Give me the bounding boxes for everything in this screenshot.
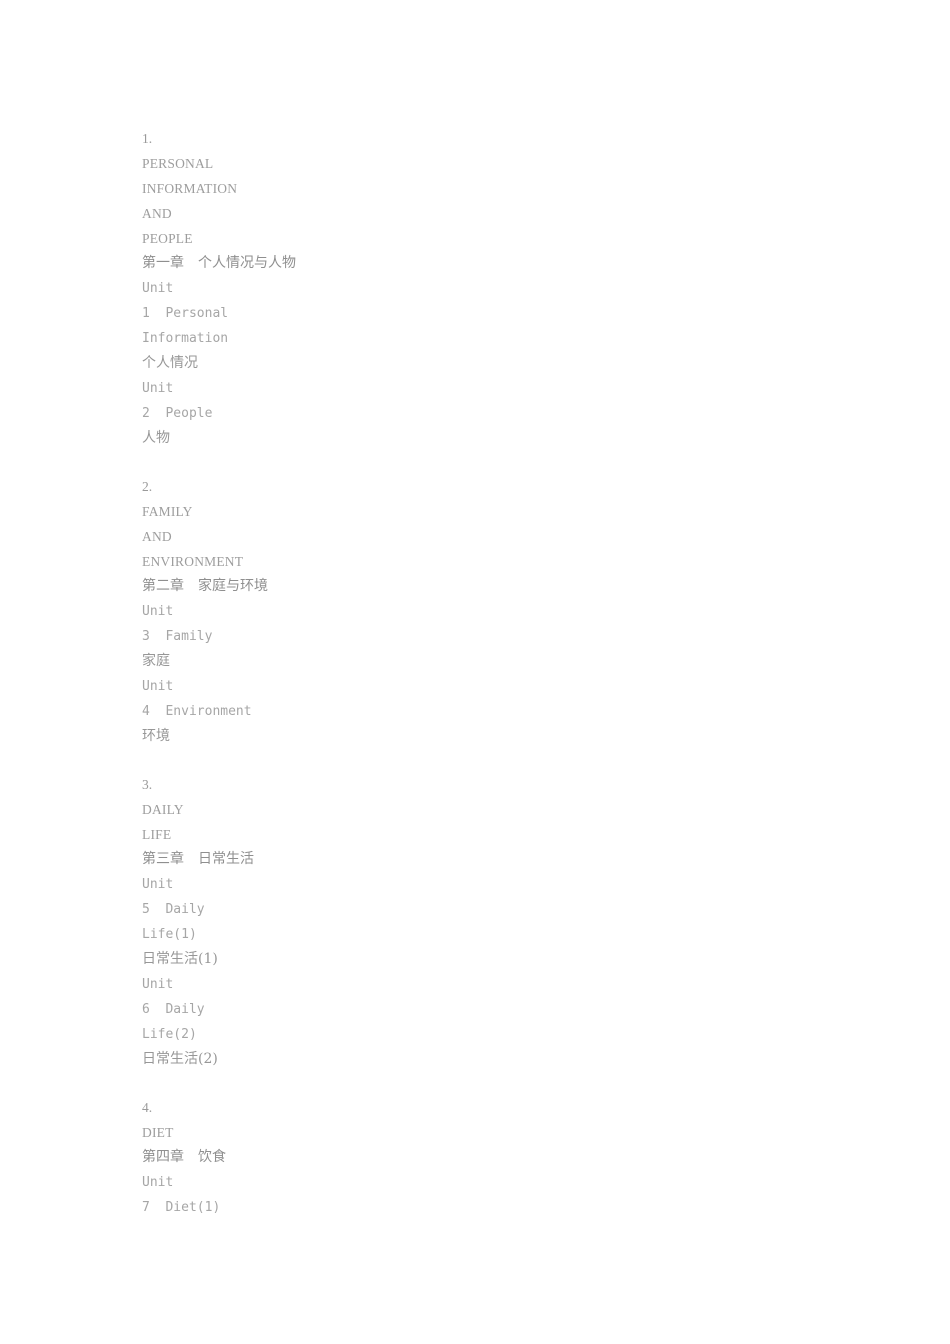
unit-label-cn: 环境: [142, 728, 170, 744]
unit-label-line: 6 Daily: [142, 1002, 205, 1017]
unit-label-line: 2 People: [142, 406, 213, 421]
chapter-title-en: PERSONAL: [142, 156, 214, 171]
chapter-title-en: DAILY: [142, 802, 184, 817]
unit-label-cn: 日常生活(2): [142, 1051, 218, 1067]
unit-label-line: Unit: [142, 679, 174, 694]
unit-label-line: Life(1): [142, 927, 197, 942]
chapter-block: 3. DAILY LIFE 第三章 日常生活 Unit 5 Daily Life(1) 日常生…: [142, 772, 842, 1072]
chapter-number: 3.: [142, 777, 153, 792]
unit-label-line: 5 Daily: [142, 902, 205, 917]
chapter-title-en: PEOPLE: [142, 231, 193, 246]
chapter-title-en: FAMILY: [142, 504, 193, 519]
unit-label-line: Unit: [142, 281, 174, 296]
chapter-title-cn: 第一章 个人情况与人物: [142, 255, 296, 271]
unit-label-cn: 人物: [142, 430, 170, 446]
unit-label-line: Unit: [142, 604, 174, 619]
chapter-title-en: DIET: [142, 1125, 174, 1140]
table-of-contents: 1. PERSONAL INFORMATION AND PEOPLE 第一章 个人情况与人…: [142, 126, 842, 1220]
chapter-title-cn: 第二章 家庭与环境: [142, 578, 268, 594]
unit-label-line: 3 Family: [142, 629, 213, 644]
chapter-block: 2. FAMILY AND ENVIRONMENT 第二章 家庭与环境 Unit 3 Fam…: [142, 474, 842, 749]
unit-label-cn: 个人情况: [142, 355, 198, 371]
chapter-block: 4. DIET 第四章 饮食 Unit 7 Diet(1): [142, 1095, 842, 1220]
unit-label-cn: 家庭: [142, 653, 170, 669]
unit-label-line: 4 Environment: [142, 704, 252, 719]
chapter-number: 1.: [142, 131, 153, 146]
unit-label-line: Unit: [142, 381, 174, 396]
chapter-title-cn: 第三章 日常生活: [142, 851, 254, 867]
unit-label-line: Unit: [142, 977, 174, 992]
chapter-title-en: LIFE: [142, 827, 172, 842]
unit-label-line: Unit: [142, 1175, 174, 1190]
unit-label-line: 1 Personal: [142, 306, 229, 321]
unit-label-line: Life(2): [142, 1027, 197, 1042]
unit-label-line: Information: [142, 331, 229, 346]
unit-label-line: Unit: [142, 877, 174, 892]
chapter-title-en: AND: [142, 529, 172, 544]
document-page: 1. PERSONAL INFORMATION AND PEOPLE 第一章 个人情况与人…: [0, 0, 950, 1344]
chapter-title-cn: 第四章 饮食: [142, 1149, 226, 1165]
chapter-title-en: AND: [142, 206, 172, 221]
chapter-number: 2.: [142, 479, 153, 494]
chapter-number: 4.: [142, 1100, 153, 1115]
unit-label-line: 7 Diet(1): [142, 1200, 221, 1215]
chapter-title-en: INFORMATION: [142, 181, 238, 196]
unit-label-cn: 日常生活(1): [142, 951, 218, 967]
chapter-block: 1. PERSONAL INFORMATION AND PEOPLE 第一章 个人情况与人…: [142, 126, 842, 451]
chapter-title-en: ENVIRONMENT: [142, 554, 244, 569]
